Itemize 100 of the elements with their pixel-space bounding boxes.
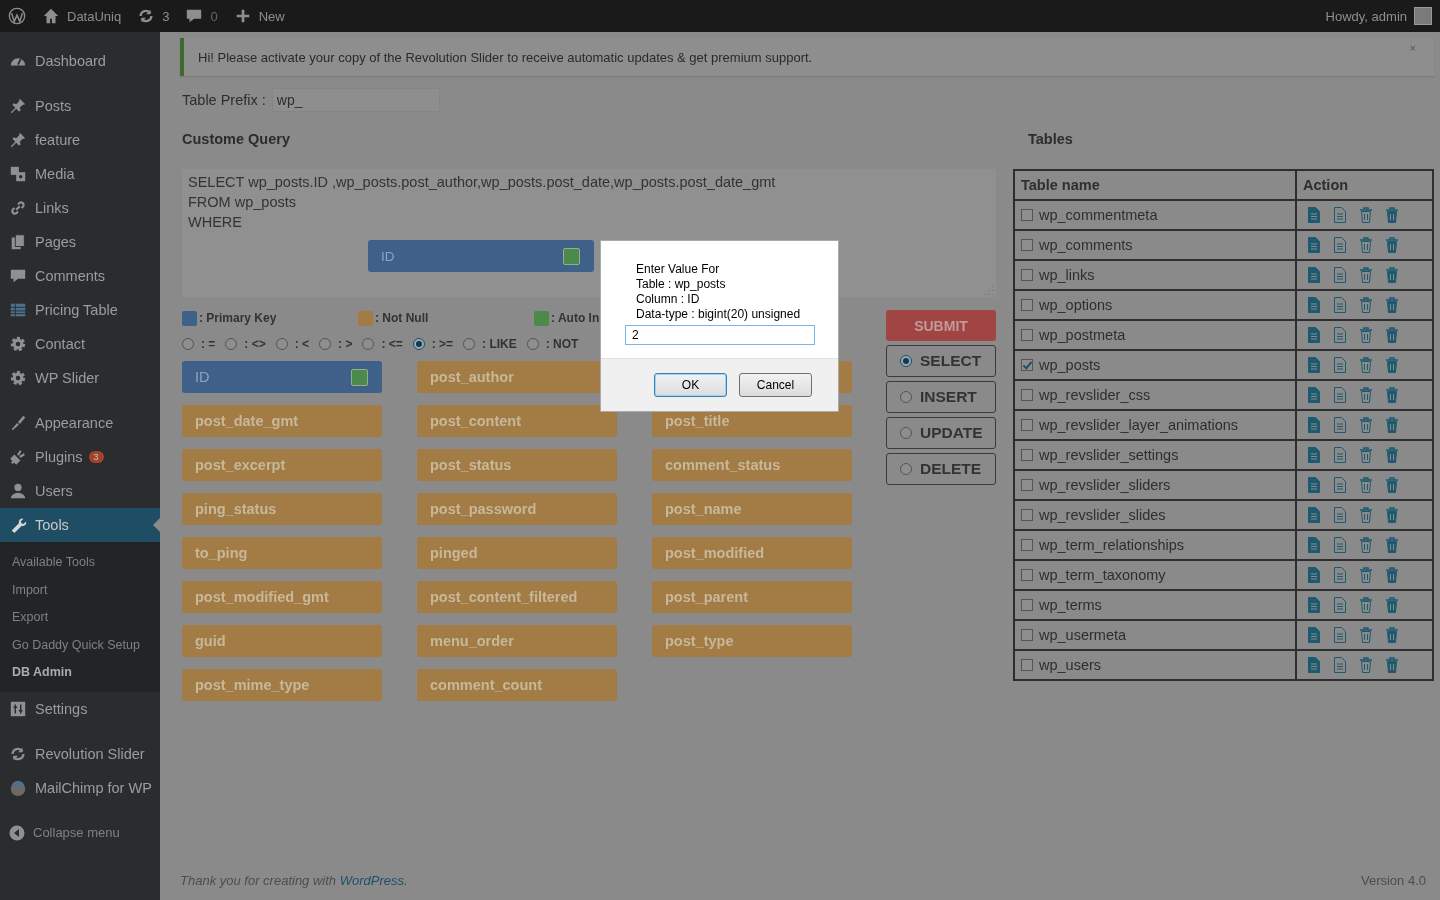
- field-chip[interactable]: ping_status: [182, 493, 382, 525]
- document-outline-icon[interactable]: [1333, 387, 1347, 403]
- row-checkbox[interactable]: [1021, 659, 1033, 671]
- document-outline-icon[interactable]: [1333, 357, 1347, 373]
- document-icon[interactable]: [1307, 267, 1321, 283]
- row-checkbox[interactable]: [1021, 299, 1033, 311]
- field-chip[interactable]: post_name: [652, 493, 852, 525]
- value-field[interactable]: 2: [625, 325, 815, 345]
- sidebar-item[interactable]: Plugins 3: [0, 440, 160, 474]
- document-icon[interactable]: [1307, 507, 1321, 523]
- sidebar-item[interactable]: MailChimp for WP: [0, 770, 160, 805]
- field-chip[interactable]: post_modified_gmt: [182, 581, 382, 613]
- submit-button[interactable]: SUBMIT: [886, 310, 996, 341]
- sidebar-item[interactable]: Pricing Table: [0, 293, 160, 327]
- row-checkbox[interactable]: [1021, 629, 1033, 641]
- wordpress-link[interactable]: WordPress: [339, 873, 404, 888]
- trash-icon[interactable]: [1385, 477, 1399, 493]
- trash-icon[interactable]: [1385, 627, 1399, 643]
- sidebar-item[interactable]: Media: [0, 157, 160, 191]
- trash-outline-icon[interactable]: [1359, 357, 1373, 373]
- field-chip[interactable]: comment_status: [652, 449, 852, 481]
- trash-icon[interactable]: [1385, 357, 1399, 373]
- row-checkbox[interactable]: [1021, 479, 1033, 491]
- trash-outline-icon[interactable]: [1359, 417, 1373, 433]
- row-checkbox[interactable]: [1021, 269, 1033, 281]
- operator-radio[interactable]: : =: [182, 337, 216, 351]
- sidebar-item[interactable]: Links: [0, 191, 160, 225]
- document-icon[interactable]: [1307, 627, 1321, 643]
- field-chip[interactable]: post_password: [417, 493, 617, 525]
- trash-icon[interactable]: [1385, 237, 1399, 253]
- operator-radio[interactable]: : NOT: [526, 337, 579, 351]
- document-outline-icon[interactable]: [1333, 237, 1347, 253]
- document-icon[interactable]: [1307, 327, 1321, 343]
- sidebar-item[interactable]: Users: [0, 474, 160, 508]
- trash-icon[interactable]: [1385, 267, 1399, 283]
- operator-radio[interactable]: : >=: [412, 337, 454, 351]
- field-chip[interactable]: to_ping: [182, 537, 382, 569]
- field-chip[interactable]: ID: [368, 240, 594, 272]
- sidebar-item[interactable]: Pages: [0, 225, 160, 259]
- document-outline-icon[interactable]: [1333, 327, 1347, 343]
- document-outline-icon[interactable]: [1333, 657, 1347, 673]
- operator-radio[interactable]: : >: [319, 337, 353, 351]
- row-checkbox[interactable]: [1021, 209, 1033, 221]
- trash-icon[interactable]: [1385, 567, 1399, 583]
- field-chip[interactable]: post_excerpt: [182, 449, 382, 481]
- trash-outline-icon[interactable]: [1359, 387, 1373, 403]
- submenu-item[interactable]: Available Tools: [0, 549, 160, 577]
- document-icon[interactable]: [1307, 597, 1321, 613]
- row-checkbox[interactable]: [1021, 509, 1033, 521]
- row-checkbox[interactable]: [1021, 449, 1033, 461]
- trash-outline-icon[interactable]: [1359, 447, 1373, 463]
- document-icon[interactable]: [1307, 447, 1321, 463]
- field-chip[interactable]: ID: [182, 361, 382, 393]
- document-icon[interactable]: [1307, 537, 1321, 553]
- sidebar-item[interactable]: WP Slider: [0, 361, 160, 395]
- trash-outline-icon[interactable]: [1359, 537, 1373, 553]
- sidebar-item[interactable]: Appearance: [0, 406, 160, 440]
- field-chip[interactable]: comment_count: [417, 669, 617, 701]
- wordpress-logo-icon[interactable]: [8, 7, 26, 25]
- trash-icon[interactable]: [1385, 537, 1399, 553]
- document-outline-icon[interactable]: [1333, 567, 1347, 583]
- site-link[interactable]: DataUniq: [42, 7, 122, 25]
- sidebar-item[interactable]: Comments: [0, 259, 160, 293]
- collapse-menu-button[interactable]: Collapse menu: [0, 815, 126, 850]
- sidebar-item[interactable]: Contact: [0, 327, 160, 361]
- row-checkbox[interactable]: [1021, 539, 1033, 551]
- sidebar-item[interactable]: Dashboard: [0, 44, 160, 78]
- field-chip[interactable]: post_parent: [652, 581, 852, 613]
- mode-radio[interactable]: INSERT: [886, 381, 996, 413]
- submenu-item[interactable]: Go Daddy Quick Setup: [0, 631, 160, 659]
- document-outline-icon[interactable]: [1333, 447, 1347, 463]
- document-outline-icon[interactable]: [1333, 507, 1347, 523]
- document-icon[interactable]: [1307, 387, 1321, 403]
- operator-radio[interactable]: : <: [275, 337, 310, 351]
- trash-outline-icon[interactable]: [1359, 237, 1373, 253]
- trash-outline-icon[interactable]: [1359, 597, 1373, 613]
- trash-outline-icon[interactable]: [1359, 327, 1373, 343]
- trash-icon[interactable]: [1385, 447, 1399, 463]
- mode-radio[interactable]: DELETE: [886, 453, 996, 485]
- trash-outline-icon[interactable]: [1359, 567, 1373, 583]
- field-chip[interactable]: guid: [182, 625, 382, 657]
- account-link[interactable]: Howdy, admin: [1325, 7, 1432, 25]
- sidebar-item[interactable]: Posts: [0, 89, 160, 123]
- sidebar-item[interactable]: Settings: [0, 691, 160, 726]
- document-outline-icon[interactable]: [1333, 267, 1347, 283]
- document-outline-icon[interactable]: [1333, 417, 1347, 433]
- submenu-item[interactable]: Import: [0, 576, 160, 604]
- row-checkbox[interactable]: [1021, 419, 1033, 431]
- sidebar-item[interactable]: Tools: [0, 508, 160, 542]
- field-chip[interactable]: post_type: [652, 625, 852, 657]
- sidebar-item[interactable]: Revolution Slider: [0, 736, 160, 771]
- submenu-item[interactable]: DB Admin: [0, 659, 160, 687]
- trash-icon[interactable]: [1385, 597, 1399, 613]
- operator-radio[interactable]: : <>: [225, 337, 266, 351]
- operator-radio[interactable]: : <=: [362, 337, 403, 351]
- document-outline-icon[interactable]: [1333, 537, 1347, 553]
- field-chip[interactable]: post_mime_type: [182, 669, 382, 701]
- document-outline-icon[interactable]: [1333, 207, 1347, 223]
- trash-outline-icon[interactable]: [1359, 297, 1373, 313]
- trash-outline-icon[interactable]: [1359, 267, 1373, 283]
